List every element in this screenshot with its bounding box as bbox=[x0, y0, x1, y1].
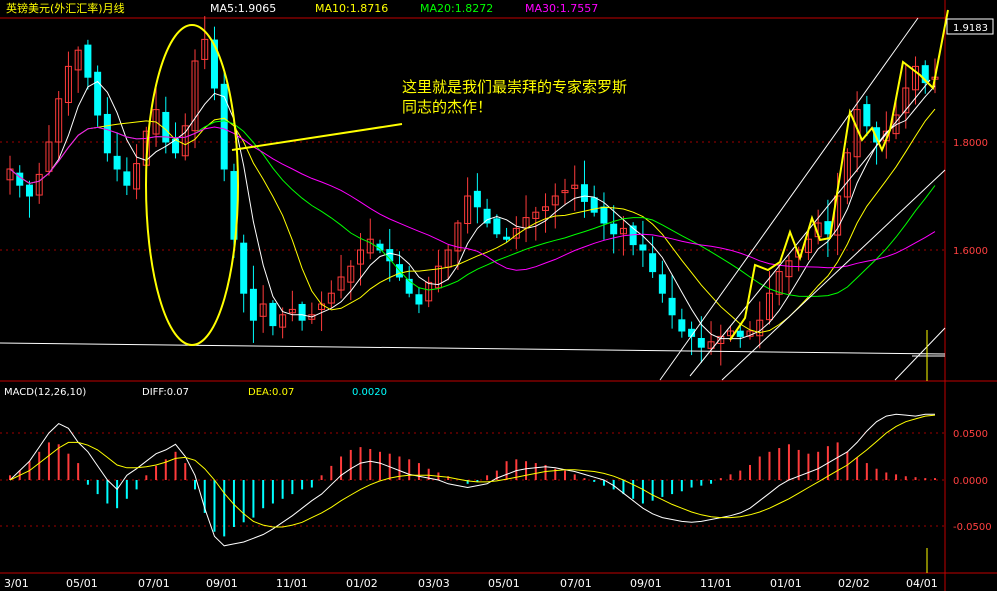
last-price-label: 1.9183 bbox=[953, 23, 988, 34]
candle bbox=[658, 274, 666, 294]
candle bbox=[678, 319, 686, 332]
x-tick-label: 02/02 bbox=[838, 577, 870, 590]
candle bbox=[415, 294, 423, 305]
candle bbox=[84, 44, 92, 78]
chart-title: 英镑美元(外汇汇率)月线 bbox=[6, 1, 125, 15]
candle bbox=[483, 208, 491, 224]
x-tick-label: 07/01 bbox=[560, 577, 592, 590]
chart-canvas: 这里就是我们最崇拜的专家索罗斯 同志的杰作！ 英镑美元(外汇汇率)月线 MA5:… bbox=[0, 0, 997, 591]
x-tick-label: 01/01 bbox=[770, 577, 802, 590]
x-tick-label: 11/01 bbox=[276, 577, 308, 590]
y-tick-label: 1.6000 bbox=[953, 246, 988, 257]
candle bbox=[503, 236, 511, 240]
x-tick-label: 05/01 bbox=[488, 577, 520, 590]
x-tick-label: 04/01 bbox=[906, 577, 938, 590]
candle bbox=[94, 71, 102, 116]
candle bbox=[269, 302, 277, 327]
macd-y-tick-label: -0.0500 bbox=[953, 522, 992, 533]
macd-y-tick-label: 0.0500 bbox=[953, 429, 988, 440]
candle bbox=[649, 253, 657, 273]
x-tick-label: 11/01 bbox=[700, 577, 732, 590]
macd-y-tick-label: 0.0000 bbox=[953, 476, 988, 487]
x-tick-label: 09/01 bbox=[630, 577, 662, 590]
candle bbox=[639, 244, 647, 251]
ma10-label: MA10:1.8716 bbox=[315, 2, 388, 15]
candle bbox=[249, 288, 257, 321]
y-tick-label: 1.8000 bbox=[953, 138, 988, 149]
candle bbox=[25, 184, 33, 197]
x-tick-label: 03/03 bbox=[418, 577, 450, 590]
candle bbox=[493, 218, 501, 235]
x-tick-label: 01/02 bbox=[346, 577, 378, 590]
x-tick-label: 09/01 bbox=[206, 577, 238, 590]
candle bbox=[863, 104, 871, 127]
x-tick-label: 07/01 bbox=[138, 577, 170, 590]
ma5-label: MA5:1.9065 bbox=[210, 2, 276, 15]
ma20-label: MA20:1.8272 bbox=[420, 2, 493, 15]
candle bbox=[736, 330, 744, 337]
candle bbox=[123, 171, 131, 186]
macd-name-label: MACD(12,26,10) bbox=[4, 387, 86, 398]
candle bbox=[240, 242, 248, 294]
x-tick-label: 3/01 bbox=[4, 577, 29, 590]
candle bbox=[298, 303, 306, 321]
candle bbox=[113, 155, 121, 170]
candle bbox=[668, 297, 676, 316]
candle bbox=[590, 197, 598, 213]
macd-dea-label: DEA:0.07 bbox=[248, 387, 294, 398]
candle bbox=[473, 190, 481, 208]
x-tick-label: 05/01 bbox=[66, 577, 98, 590]
macd-diff-label: DIFF:0.07 bbox=[142, 387, 189, 398]
macd-value-label: 0.0020 bbox=[352, 387, 387, 398]
candle bbox=[600, 206, 608, 224]
annotation-line-1: 这里就是我们最崇拜的专家索罗斯 bbox=[402, 78, 627, 96]
candle bbox=[697, 338, 705, 348]
candle bbox=[103, 113, 111, 154]
candle bbox=[580, 184, 588, 202]
candle bbox=[610, 223, 618, 235]
ma30-label: MA30:1.7557 bbox=[525, 2, 598, 15]
annotation-line-2: 同志的杰作！ bbox=[402, 98, 492, 116]
